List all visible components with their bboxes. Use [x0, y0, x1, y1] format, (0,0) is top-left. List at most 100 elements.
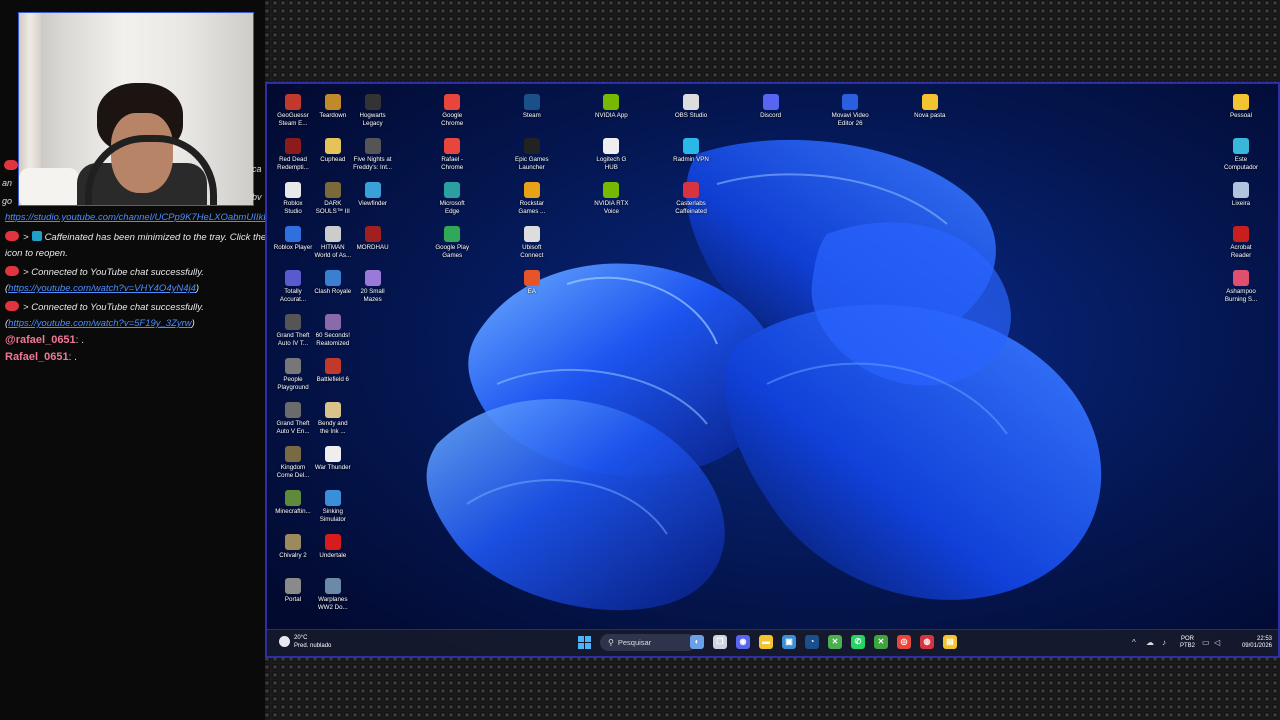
chat-line-connected: > Connected to YouTube chat successfully…	[5, 266, 204, 278]
discord-icon[interactable]: ◉	[736, 635, 750, 649]
desktop-shortcut[interactable]: Microsoft Edge	[430, 182, 474, 215]
desktop-shortcut[interactable]: MORDHAU	[351, 226, 395, 252]
desktop-shortcut[interactable]: Roblox Player	[271, 226, 315, 252]
xbox-icon[interactable]: ✕	[874, 635, 888, 649]
file-explorer-icon[interactable]: ▬	[759, 635, 773, 649]
viewfinder-icon	[364, 182, 381, 198]
computer-icon	[1233, 138, 1249, 154]
desktop-shortcut[interactable]: 20 Small Mazes	[351, 270, 395, 303]
desktop-shortcut[interactable]: NVIDIA App	[589, 94, 633, 120]
chrome-icon[interactable]: ◎	[897, 635, 911, 649]
desktop-shortcut[interactable]: Rockstar Games ...	[510, 182, 554, 215]
onedrive-icon[interactable]: ☁	[1146, 638, 1154, 647]
desktop-shortcut[interactable]: Totally Accurat...	[271, 270, 315, 303]
desktop-shortcut[interactable]: Pessoal	[1219, 94, 1263, 120]
desktop-shortcut[interactable]: Teardown	[311, 94, 355, 120]
chevron-up-icon[interactable]: ^	[1132, 638, 1136, 647]
minecraft-icon	[285, 490, 301, 506]
desktop-shortcut[interactable]: GeoGuessr Steam E...	[271, 94, 315, 127]
store-icon[interactable]: ▣	[782, 635, 796, 649]
whatsapp-icon[interactable]: ✆	[851, 635, 865, 649]
desktop-shortcut[interactable]: Five Nights at Freddy's: Int...	[351, 138, 395, 171]
desktop-shortcut[interactable]: Red Dead Redempti...	[271, 138, 315, 171]
desktop-shortcut[interactable]: Casterlabs Caffeinated	[669, 182, 713, 215]
desktop-shortcut[interactable]: Warplanes WW2 Do...	[311, 578, 355, 611]
task-view-icon[interactable]: ❐	[713, 635, 727, 649]
desktop-shortcut[interactable]: 60 Seconds! Reatomized	[311, 314, 355, 347]
chat-username[interactable]: Rafael_0651	[5, 351, 69, 363]
desktop-shortcut[interactable]: Movavi Video Editor 26	[828, 94, 872, 127]
shortcut-label: Este Computador	[1223, 156, 1259, 171]
shortcut-label: Five Nights at Freddy's: Int...	[353, 156, 393, 171]
desktop-shortcut[interactable]: HITMAN World of As...	[311, 226, 355, 259]
shortcut-label: Chivalry 2	[279, 552, 307, 559]
youtube-link[interactable]: https://youtube.com/watch?v=VHY4O4yN4j4	[8, 283, 196, 294]
desktop-shortcut[interactable]: Radmin VPN	[669, 138, 713, 164]
shortcut-label: Rockstar Games ...	[518, 200, 546, 215]
desktop-shortcut[interactable]: Epic Games Launcher	[510, 138, 554, 171]
windows-desktop: GeoGuessr Steam E... Red Dead Redempti...…	[265, 82, 1280, 658]
geoguessr-icon	[285, 94, 301, 110]
copilot-icon[interactable]: ◐	[690, 635, 704, 649]
desktop-shortcut[interactable]: Battlefield 6	[311, 358, 355, 384]
chat-app-icon[interactable]: ▤	[943, 635, 957, 649]
start-button[interactable]	[578, 636, 591, 649]
desktop-shortcut[interactable]: Kingdom Come Del...	[271, 446, 315, 479]
desktop-shortcut[interactable]: OBS Studio	[669, 94, 713, 120]
desktop-shortcut[interactable]: Sinking Simulator	[311, 490, 355, 523]
desktop-shortcut[interactable]: Nova pasta	[908, 94, 952, 120]
desktop-shortcut[interactable]: Google Play Games	[430, 226, 474, 259]
logitech-icon	[603, 138, 620, 154]
desktop-shortcut[interactable]: Lixeira	[1219, 182, 1263, 208]
clock[interactable]: 22:53 09/01/2026	[1242, 636, 1272, 650]
folder-icon	[1233, 94, 1249, 110]
youtube-link[interactable]: https://youtube.com/watch?v=5F19y_3Zyrw	[8, 318, 192, 329]
desktop-shortcut[interactable]: People Playground	[271, 358, 315, 391]
desktop-shortcut[interactable]: Discord	[749, 94, 793, 120]
desktop-shortcut[interactable]: Este Computador	[1219, 138, 1263, 171]
volume-icon[interactable]: ◁	[1214, 638, 1220, 647]
hitman-icon	[324, 226, 341, 242]
microphone-icon[interactable]: ♪	[1162, 638, 1166, 647]
desktop-shortcut[interactable]: Grand Theft Auto V En...	[271, 402, 315, 435]
shortcut-label: 60 Seconds! Reatomized	[315, 332, 350, 347]
caffeinated-icon[interactable]: ◍	[920, 635, 934, 649]
chat-link-line: (https://youtube.com/watch?v=5F19y_3Zyrw…	[5, 318, 195, 329]
chat-text: has been minimized to the tray. Click th…	[93, 232, 267, 243]
search-box[interactable]: ⚲ Pesquisar	[600, 634, 696, 651]
language-indicator[interactable]: POR PTB2	[1180, 636, 1195, 650]
desktop-shortcut[interactable]: Ashampoo Burning S...	[1219, 270, 1263, 303]
desktop-shortcut[interactable]: Chivalry 2	[271, 534, 315, 560]
xbox-game-bar-icon[interactable]: ✕	[828, 635, 842, 649]
desktop-shortcut[interactable]: Acrobat Reader	[1219, 226, 1263, 259]
desktop-shortcut[interactable]: Ubisoft Connect	[510, 226, 554, 259]
desktop-shortcut[interactable]: Logitech G HUB	[589, 138, 633, 171]
desktop-shortcut[interactable]: Clash Royale	[311, 270, 355, 296]
desktop-shortcut[interactable]: Google Chrome	[430, 94, 474, 127]
desktop-shortcut[interactable]: War Thunder	[311, 446, 355, 472]
desktop-shortcut[interactable]: NVIDIA RTX Voice	[589, 182, 633, 215]
steam-icon[interactable]: ◔	[805, 635, 819, 649]
desktop-shortcut[interactable]: Cuphead	[311, 138, 355, 164]
chat-username[interactable]: @rafael_0651	[5, 334, 76, 346]
desktop-shortcut[interactable]: Portal	[271, 578, 315, 604]
desktop-shortcut[interactable]: Viewfinder	[351, 182, 395, 208]
desktop-shortcut[interactable]: Roblox Studio	[271, 182, 315, 215]
studio-link[interactable]: https://studio.youtube.com/channel/UCPp9…	[5, 212, 281, 223]
desktop-shortcut[interactable]: Rafael - Chrome	[430, 138, 474, 171]
roblox-player-icon	[285, 226, 301, 242]
desktop-shortcut[interactable]: Minecraftin...	[271, 490, 315, 516]
weather-widget[interactable]: 20°C Pred. nublado	[279, 634, 331, 650]
desktop-shortcut[interactable]: Steam	[510, 94, 554, 120]
desktop-shortcut[interactable]: Bendy and the Ink ...	[311, 402, 355, 435]
mordhau-icon	[364, 226, 381, 242]
desktop-shortcut[interactable]: DARK SOULS™ III	[311, 182, 355, 215]
network-icon[interactable]: ▭	[1202, 638, 1210, 647]
desktop-shortcut[interactable]: Undertale	[311, 534, 355, 560]
shortcut-label: Viewfinder	[358, 200, 387, 207]
desktop-shortcut[interactable]: Grand Theft Auto IV T...	[271, 314, 315, 347]
cloud-icon	[279, 636, 290, 647]
desktop-shortcut[interactable]: EA	[510, 270, 554, 296]
shortcut-label: Minecraftin...	[275, 508, 311, 515]
desktop-shortcut[interactable]: Hogwarts Legacy	[351, 94, 395, 127]
